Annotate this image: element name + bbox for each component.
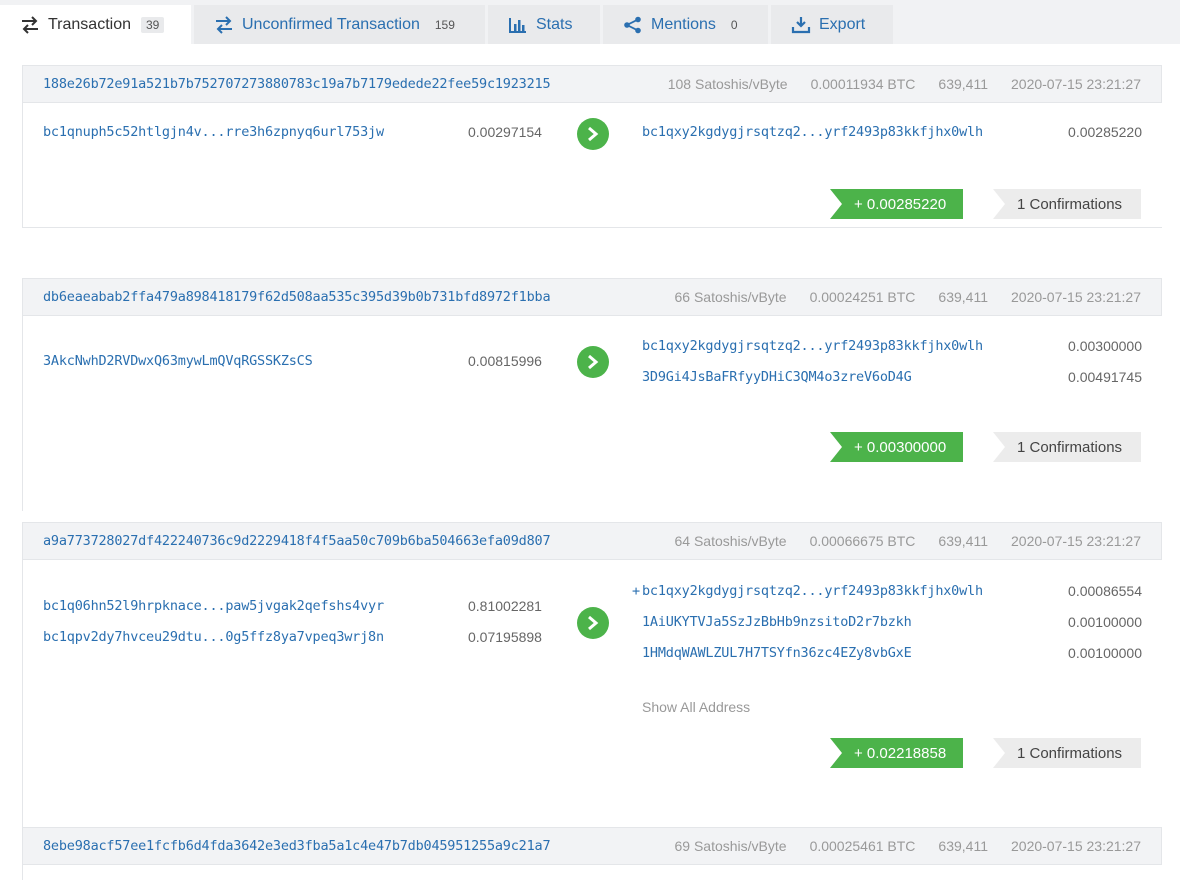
- output-address-link[interactable]: bc1qxy2kgdygjrsqtzq2...yrf2493p83kkfjhx0…: [642, 124, 983, 140]
- block-height-link[interactable]: 639,411: [938, 289, 988, 305]
- total-amount-badge: + 0.00300000: [830, 432, 963, 462]
- block-height-link[interactable]: 639,411: [938, 533, 988, 549]
- total-amount-badge: + 0.00285220: [830, 189, 963, 219]
- transfer-icon: [214, 15, 234, 34]
- confirmations-badge: 1 Confirmations: [993, 189, 1141, 219]
- block-height-link[interactable]: 639,411: [938, 76, 988, 92]
- bar-chart-icon: [508, 16, 528, 34]
- arrow-right-icon: [577, 346, 609, 378]
- output-amount: 0.00100000: [1068, 645, 1142, 661]
- tab-count-badge: 159: [434, 17, 455, 32]
- fee: 0.00024251 BTC: [809, 289, 916, 305]
- output-amount: 0.00100000: [1068, 614, 1142, 630]
- tab-label: Mentions: [651, 15, 716, 33]
- input-address-link[interactable]: bc1qnuph5c52htlgjn4v...rre3h6zpnyq6url75…: [43, 124, 384, 140]
- transaction-meta: 66 Satoshis/vByte 0.00024251 BTC 639,411…: [652, 289, 1142, 305]
- transaction-header: a9a773728027df422240736c9d2229418f4f5aa5…: [22, 522, 1162, 560]
- input-address-link[interactable]: bc1qpv2dy7hvceu29dtu...0g5ffz8ya7vpeq3wr…: [43, 629, 384, 645]
- transaction-hash-link[interactable]: 188e26b72e91a521b7b752707273880783c19a7b…: [43, 76, 551, 92]
- fee: 0.00025461 BTC: [809, 838, 916, 854]
- timestamp: 2020-07-15 23:21:27: [1011, 838, 1141, 854]
- tab-transaction[interactable]: Transaction 39: [0, 5, 191, 44]
- transaction-card: 188e26b72e91a521b7b752707273880783c19a7b…: [22, 65, 1162, 228]
- output-amount: 0.00285220: [1068, 124, 1142, 140]
- fee-rate: 108 Satoshis/vByte: [667, 76, 788, 92]
- transaction-hash-link[interactable]: 8ebe98acf57ee1fcfb6d4fda3642e3ed3fba5a1c…: [43, 838, 551, 854]
- output-address-link[interactable]: bc1qxy2kgdygjrsqtzq2...yrf2493p83kkfjhx0…: [642, 338, 983, 354]
- arrow-right-icon: [577, 607, 609, 639]
- output-amount: 0.00086554: [1068, 583, 1142, 599]
- confirmations-badge: 1 Confirmations: [993, 738, 1141, 768]
- tab-stats[interactable]: Stats: [488, 5, 600, 44]
- tab-count-badge: 39: [141, 16, 165, 33]
- transaction-body: [22, 865, 1162, 880]
- tab-count-badge: 0: [730, 17, 738, 32]
- confirmations-badge: 1 Confirmations: [993, 432, 1141, 462]
- arrow-right-icon: [577, 118, 609, 150]
- output-address-link[interactable]: 1AiUKYTVJa5SzJzBbHb9nzsitoD2r7bzkh: [642, 614, 912, 630]
- output-address-link[interactable]: bc1qxy2kgdygjrsqtzq2...yrf2493p83kkfjhx0…: [642, 583, 983, 599]
- fee-rate: 69 Satoshis/vByte: [674, 838, 787, 854]
- fee: 0.00011934 BTC: [810, 76, 916, 92]
- transaction-card: db6eaeabab2ffa479a898418179f62d508aa535c…: [22, 278, 1162, 511]
- tab-export[interactable]: Export: [771, 5, 893, 44]
- timestamp: 2020-07-15 23:21:27: [1011, 76, 1141, 92]
- transaction-card: 8ebe98acf57ee1fcfb6d4fda3642e3ed3fba5a1c…: [22, 827, 1162, 880]
- block-height-link[interactable]: 639,411: [938, 838, 988, 854]
- input-amount: 0.00815996: [468, 353, 542, 369]
- input-address-link[interactable]: bc1q06hn52l9hrpknace...paw5jvgak2qefshs4…: [43, 598, 384, 614]
- transaction-header: db6eaeabab2ffa479a898418179f62d508aa535c…: [22, 278, 1162, 316]
- output-amount: 0.00491745: [1068, 369, 1142, 385]
- total-amount-badge: + 0.02218858: [830, 738, 963, 768]
- output-address-link[interactable]: 3D9Gi4JsBaFRfyyDHiC3QM4o3zreV6oD4G: [642, 369, 912, 385]
- input-amount: 0.00297154: [468, 124, 542, 140]
- transaction-header: 188e26b72e91a521b7b752707273880783c19a7b…: [22, 65, 1162, 103]
- tab-unconfirmed-transaction[interactable]: Unconfirmed Transaction 159: [194, 5, 485, 44]
- show-all-address-link[interactable]: Show All Address: [642, 699, 750, 715]
- transaction-hash-link[interactable]: db6eaeabab2ffa479a898418179f62d508aa535c…: [43, 289, 551, 305]
- transaction-hash-link[interactable]: a9a773728027df422240736c9d2229418f4f5aa5…: [43, 533, 551, 549]
- output-amount: 0.00300000: [1068, 338, 1142, 354]
- share-icon: [623, 16, 643, 34]
- transaction-meta: 108 Satoshis/vByte 0.00011934 BTC 639,41…: [645, 76, 1141, 92]
- transaction-meta: 69 Satoshis/vByte 0.00025461 BTC 639,411…: [652, 838, 1142, 854]
- fee: 0.00066675 BTC: [809, 533, 916, 549]
- transaction-body: bc1q06hn52l9hrpknace...paw5jvgak2qefshs4…: [22, 560, 1162, 828]
- transaction-card: a9a773728027df422240736c9d2229418f4f5aa5…: [22, 522, 1162, 828]
- tab-label: Unconfirmed Transaction: [242, 15, 420, 33]
- download-icon: [791, 16, 811, 34]
- tab-label: Export: [819, 15, 866, 33]
- transaction-body: 3AkcNwhD2RVDwxQ63mywLmQVqRGSSKZsCS 0.008…: [22, 316, 1162, 511]
- input-address-link[interactable]: 3AkcNwhD2RVDwxQ63mywLmQVqRGSSKZsCS: [43, 353, 313, 369]
- transaction-body: bc1qnuph5c52htlgjn4v...rre3h6zpnyq6url75…: [22, 103, 1162, 228]
- transaction-header: 8ebe98acf57ee1fcfb6d4fda3642e3ed3fba5a1c…: [22, 827, 1162, 865]
- tab-label: Stats: [536, 15, 573, 33]
- tab-bar: Transaction 39 Unconfirmed Transaction 1…: [0, 0, 1180, 44]
- output-own-marker: +: [632, 583, 640, 599]
- timestamp: 2020-07-15 23:21:27: [1011, 533, 1141, 549]
- tab-label: Transaction: [48, 15, 131, 33]
- fee-rate: 64 Satoshis/vByte: [674, 533, 787, 549]
- timestamp: 2020-07-15 23:21:27: [1011, 289, 1141, 305]
- transaction-meta: 64 Satoshis/vByte 0.00066675 BTC 639,411…: [652, 533, 1142, 549]
- input-amount: 0.07195898: [468, 629, 542, 645]
- fee-rate: 66 Satoshis/vByte: [674, 289, 787, 305]
- transfer-icon: [20, 15, 40, 34]
- output-address-link[interactable]: 1HMdqWAWLZUL7H7TSYfn36zc4EZy8vbGxE: [642, 645, 912, 661]
- input-amount: 0.81002281: [468, 598, 542, 614]
- tab-mentions[interactable]: Mentions 0: [603, 5, 768, 44]
